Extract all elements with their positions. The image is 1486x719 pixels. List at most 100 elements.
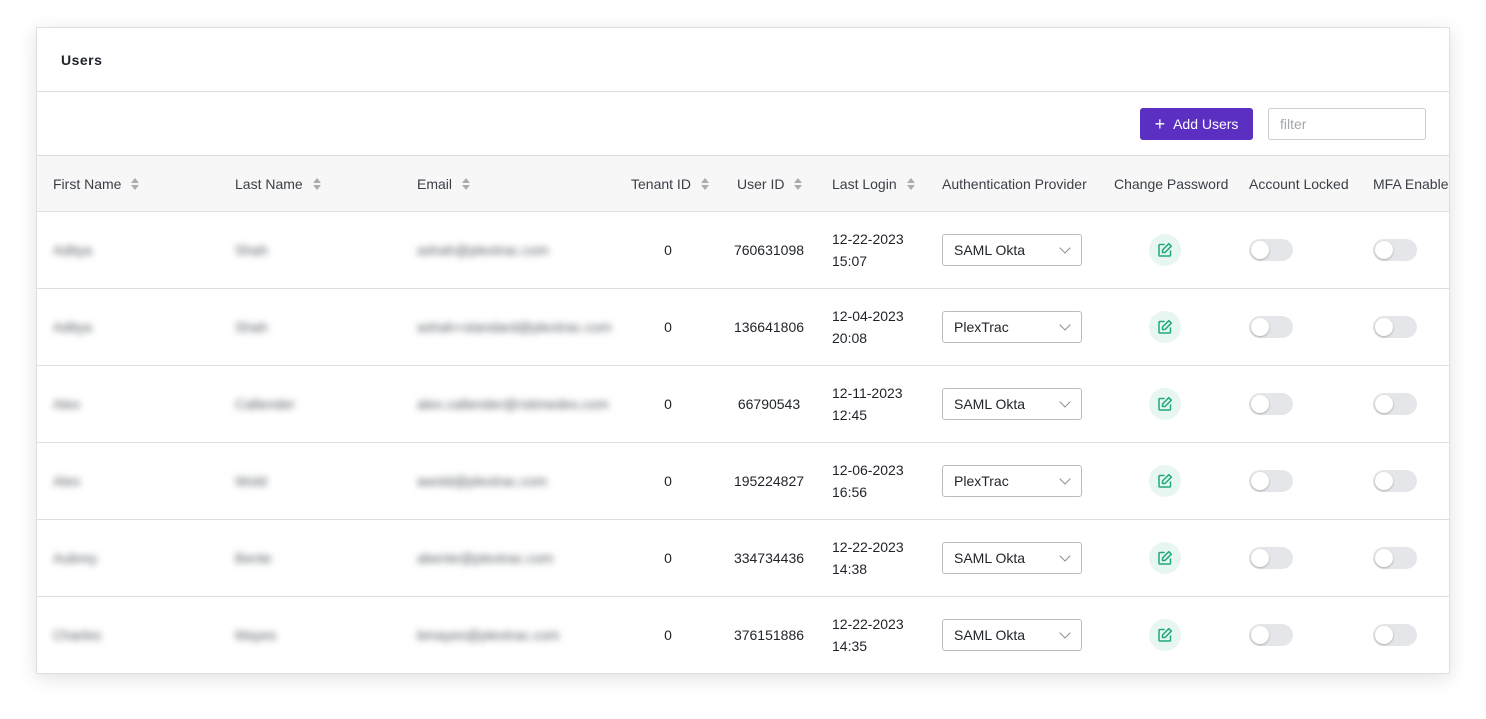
first-name-cell: Aditya: [53, 319, 92, 335]
sort-icon[interactable]: [700, 178, 709, 190]
edit-icon: [1157, 396, 1173, 412]
mfa-enabled-toggle[interactable]: [1373, 624, 1417, 646]
page-title: Users: [61, 51, 103, 68]
edit-icon: [1157, 550, 1173, 566]
last-login-date: 12-22-2023: [832, 539, 904, 555]
mfa-enabled-toggle[interactable]: [1373, 470, 1417, 492]
account-locked-toggle[interactable]: [1249, 547, 1293, 569]
change-password-cell: [1149, 443, 1181, 519]
user-id-cell: 760631098: [733, 242, 805, 258]
account-locked-cell: [1249, 443, 1293, 519]
sort-icon[interactable]: [906, 178, 915, 190]
mfa-enabled-toggle[interactable]: [1373, 316, 1417, 338]
last-login-date: 12-22-2023: [832, 231, 904, 247]
mfa-enabled-cell: [1373, 289, 1417, 365]
column-header-last-name[interactable]: Last Name: [235, 156, 321, 212]
column-header-email[interactable]: Email: [417, 156, 471, 212]
mfa-enabled-toggle[interactable]: [1373, 393, 1417, 415]
column-header-label: Tenant ID: [631, 176, 691, 192]
chevron-down-icon: [1059, 396, 1071, 408]
auth-provider-select[interactable]: SAML Okta: [942, 388, 1082, 420]
change-password-button[interactable]: [1149, 619, 1181, 651]
column-header-tenant-id[interactable]: Tenant ID: [631, 156, 709, 212]
auth-provider-select[interactable]: SAML Okta: [942, 234, 1082, 266]
email-cell: bmayes@plextrac.com: [417, 627, 560, 643]
column-header-first-name[interactable]: First Name: [53, 156, 140, 212]
table-row: Aubrey Bente abente@plextrac.com 0 33473…: [37, 520, 1449, 597]
auth-provider-value: PlexTrac: [954, 319, 1009, 335]
email-cell: ashah+standard@plextrac.com: [417, 319, 612, 335]
auth-provider-select[interactable]: SAML Okta: [942, 619, 1082, 651]
last-name-cell: Wold: [235, 473, 267, 489]
change-password-button[interactable]: [1149, 388, 1181, 420]
first-name-cell: Charles: [53, 627, 102, 643]
change-password-cell: [1149, 520, 1181, 596]
sort-icon[interactable]: [794, 178, 803, 190]
account-locked-toggle[interactable]: [1249, 316, 1293, 338]
edit-icon: [1157, 473, 1173, 489]
edit-icon: [1157, 319, 1173, 335]
email-cell: alex.callender@rstimedes.com: [417, 396, 609, 412]
account-locked-toggle[interactable]: [1249, 624, 1293, 646]
column-header-last-login[interactable]: Last Login: [832, 156, 915, 212]
column-header-account-locked: Account Locked: [1249, 156, 1349, 212]
auth-provider-select[interactable]: PlexTrac: [942, 311, 1082, 343]
change-password-button[interactable]: [1149, 542, 1181, 574]
email-cell: ashah@plextrac.com: [417, 242, 549, 258]
mfa-enabled-cell: [1373, 212, 1417, 288]
filter-input[interactable]: [1268, 108, 1426, 140]
mfa-enabled-toggle[interactable]: [1373, 547, 1417, 569]
auth-provider-cell: PlexTrac: [942, 443, 1082, 519]
mfa-enabled-cell: [1373, 520, 1417, 596]
table-row: Aditya Shah ashah@plextrac.com 0 7606310…: [37, 212, 1449, 289]
add-users-button[interactable]: + Add Users: [1140, 108, 1253, 140]
toggle-knob: [1251, 626, 1269, 644]
toggle-knob: [1375, 395, 1393, 413]
plus-icon: +: [1154, 114, 1166, 134]
change-password-cell: [1149, 212, 1181, 288]
chevron-down-icon: [1059, 242, 1071, 254]
column-header-label: Change Password: [1114, 176, 1229, 192]
user-id-cell: 136641806: [733, 319, 805, 335]
auth-provider-select[interactable]: SAML Okta: [942, 542, 1082, 574]
change-password-button[interactable]: [1149, 465, 1181, 497]
last-login-time: 14:35: [832, 638, 868, 654]
account-locked-cell: [1249, 289, 1293, 365]
account-locked-cell: [1249, 597, 1293, 673]
edit-icon: [1157, 242, 1173, 258]
account-locked-toggle[interactable]: [1249, 239, 1293, 261]
sort-icon[interactable]: [131, 178, 140, 190]
column-header-mfa-enabled: MFA Enabled: [1373, 156, 1449, 212]
table-row: Alex Wold awold@plextrac.com 0 195224827…: [37, 443, 1449, 520]
add-users-label: Add Users: [1173, 116, 1239, 132]
last-name-cell: Bente: [235, 550, 272, 566]
user-id-cell: 334734436: [733, 550, 805, 566]
account-locked-toggle[interactable]: [1249, 393, 1293, 415]
change-password-button[interactable]: [1149, 234, 1181, 266]
sort-icon[interactable]: [312, 178, 321, 190]
sort-icon[interactable]: [462, 178, 471, 190]
toggle-knob: [1251, 472, 1269, 490]
toolbar: + Add Users: [37, 92, 1449, 156]
table-row: Charles Mayes bmayes@plextrac.com 0 3761…: [37, 597, 1449, 673]
account-locked-toggle[interactable]: [1249, 470, 1293, 492]
user-id-cell: 195224827: [733, 473, 805, 489]
toggle-knob: [1251, 549, 1269, 567]
toggle-knob: [1375, 472, 1393, 490]
change-password-button[interactable]: [1149, 311, 1181, 343]
table-row: Alex Callender alex.callender@rstimedes.…: [37, 366, 1449, 443]
last-login-time: 20:08: [832, 330, 868, 346]
column-header-label: Email: [417, 176, 453, 192]
card-header: Users: [37, 28, 1449, 92]
auth-provider-value: SAML Okta: [954, 396, 1026, 412]
auth-provider-select[interactable]: PlexTrac: [942, 465, 1082, 497]
change-password-cell: [1149, 597, 1181, 673]
last-login-cell: 12-04-2023 20:08: [832, 289, 904, 365]
mfa-enabled-toggle[interactable]: [1373, 239, 1417, 261]
column-header-user-id[interactable]: User ID: [737, 156, 803, 212]
last-login-date: 12-11-2023: [832, 385, 903, 401]
account-locked-cell: [1249, 520, 1293, 596]
auth-provider-cell: SAML Okta: [942, 212, 1082, 288]
last-login-cell: 12-06-2023 16:56: [832, 443, 904, 519]
toggle-knob: [1375, 549, 1393, 567]
